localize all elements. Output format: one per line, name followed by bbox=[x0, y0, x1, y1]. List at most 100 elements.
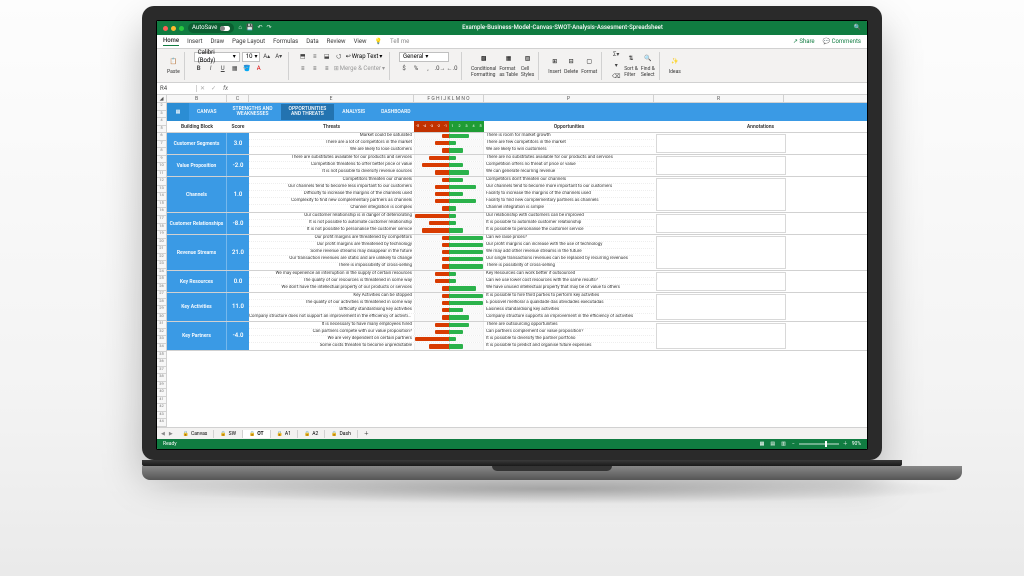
opportunity-cell[interactable]: It is possible to personalise the custom… bbox=[484, 227, 654, 234]
font-size-combo[interactable]: 10▾ bbox=[242, 52, 260, 62]
opportunity-cell[interactable]: It is possible to hire third parties to … bbox=[484, 293, 654, 299]
threat-cell[interactable]: It is not possible to diversify revenue … bbox=[249, 169, 414, 176]
sheet-tab[interactable]: 🔒SW bbox=[214, 430, 243, 438]
add-sheet-button[interactable]: ＋ bbox=[358, 431, 375, 437]
annotation-box[interactable] bbox=[656, 272, 786, 291]
threat-cell[interactable]: We are likely to lose customers bbox=[249, 147, 414, 154]
bold-icon[interactable]: B bbox=[194, 64, 204, 74]
nav-strengths[interactable]: STRENGTHS AND WEAKNESSES bbox=[225, 104, 281, 120]
zoom-slider[interactable]: − ＋ 90% bbox=[792, 441, 861, 447]
sheet-tab[interactable]: 🔒Canvas bbox=[177, 430, 215, 438]
cancel-formula-icon[interactable]: ✕ bbox=[197, 85, 208, 92]
tell-me[interactable]: Tell me bbox=[390, 38, 409, 45]
view-normal-icon[interactable]: ▦ bbox=[760, 441, 765, 447]
nav-analysis[interactable]: ANALYSIS bbox=[334, 107, 373, 118]
threat-cell[interactable]: Market could be saturated bbox=[249, 133, 414, 139]
opportunity-cell[interactable]: Our channels tend to become more importa… bbox=[484, 184, 654, 190]
swot-line[interactable]: We may experience an interruption in the… bbox=[249, 271, 654, 278]
swot-line[interactable]: It is not possible to personalise the cu… bbox=[249, 227, 654, 234]
threat-cell[interactable]: Competition threatens to offer better pr… bbox=[249, 162, 414, 168]
wrap-text-button[interactable]: ↩ Wrap Text ▾ bbox=[346, 52, 383, 62]
font-color-icon[interactable]: A bbox=[254, 64, 264, 74]
search-icon[interactable]: 🔍 bbox=[854, 24, 861, 31]
close-icon[interactable] bbox=[163, 26, 168, 31]
nav-dashboard[interactable]: DASHBOARD bbox=[373, 107, 418, 118]
swot-line[interactable]: It is necessary to have many employees h… bbox=[249, 322, 654, 329]
threat-cell[interactable]: There is impossibility of cross-selling bbox=[249, 263, 414, 270]
opportunity-cell[interactable]: É possível melhorar a qualidade das ativ… bbox=[484, 300, 654, 306]
opportunity-cell[interactable]: There are no substitutes available for o… bbox=[484, 155, 654, 161]
opportunity-cell[interactable]: It is possible to predict and organise f… bbox=[484, 343, 654, 350]
undo-icon[interactable]: ↶ bbox=[257, 24, 262, 31]
swot-line[interactable]: Our transaction revenues are static and … bbox=[249, 256, 654, 263]
zoom-out-icon[interactable]: − bbox=[792, 441, 795, 447]
window-controls[interactable] bbox=[163, 26, 184, 31]
italic-icon[interactable]: I bbox=[206, 64, 216, 74]
threat-cell[interactable]: It is not possible to automate customer … bbox=[249, 220, 414, 226]
opportunity-cell[interactable]: Our relationship with customers can be i… bbox=[484, 213, 654, 219]
name-box[interactable]: R4 bbox=[157, 85, 197, 92]
annotation-box[interactable] bbox=[656, 134, 786, 153]
number-format-combo[interactable]: General▾ bbox=[399, 52, 449, 62]
opportunity-cell[interactable]: Can we raise prices? bbox=[484, 235, 654, 241]
tab-insert[interactable]: Insert bbox=[187, 38, 202, 45]
swot-line[interactable]: Competitors threaten our channelsCompeti… bbox=[249, 177, 654, 184]
opportunity-cell[interactable]: Easiness standardising key activities bbox=[484, 307, 654, 313]
save-icon[interactable]: 💾 bbox=[246, 24, 253, 31]
swot-line[interactable]: Our profit margins are threatened by com… bbox=[249, 235, 654, 242]
view-page-break-icon[interactable]: ▥ bbox=[781, 441, 786, 447]
opportunity-cell[interactable]: Company structure supports an improvemen… bbox=[484, 314, 654, 321]
annotation-box[interactable] bbox=[656, 294, 786, 320]
fill-icon[interactable]: ▾ bbox=[611, 61, 621, 71]
share-button[interactable]: ↗ Share bbox=[793, 38, 815, 45]
comments-button[interactable]: 💬 Comments bbox=[823, 38, 861, 45]
sheet-nav[interactable]: ◀▶ bbox=[161, 431, 177, 437]
opportunity-cell[interactable]: Our single transactions revenues can be … bbox=[484, 256, 654, 262]
swot-line[interactable]: Difficulty standardising key activitiesE… bbox=[249, 307, 654, 314]
clear-icon[interactable]: ⌫ bbox=[611, 72, 621, 82]
align-middle-icon[interactable]: ≡ bbox=[310, 52, 320, 62]
threat-cell[interactable]: Can partners compete with our value prop… bbox=[249, 329, 414, 335]
paste-button[interactable]: 📋 Paste bbox=[167, 56, 180, 75]
comma-icon[interactable]: , bbox=[423, 64, 433, 74]
swot-line[interactable]: It is not possible to automate customer … bbox=[249, 220, 654, 227]
opportunity-cell[interactable]: We have unused intellectual property tha… bbox=[484, 285, 654, 292]
sort-filter-button[interactable]: ⇅Sort & Filter bbox=[624, 53, 638, 78]
threat-cell[interactable]: Our profit margins are threatened by tec… bbox=[249, 242, 414, 248]
sheet-tab[interactable]: 🔒A1 bbox=[271, 430, 298, 438]
threat-cell[interactable]: Competitors threaten our channels bbox=[249, 177, 414, 183]
minimise-icon[interactable] bbox=[171, 26, 176, 31]
grid[interactable]: ▦ CANVAS STRENGTHS AND WEAKNESSES OPPORT… bbox=[167, 103, 867, 427]
opportunity-cell[interactable]: Facility to find new complementary partn… bbox=[484, 198, 654, 204]
annotation-box[interactable] bbox=[656, 156, 786, 175]
swot-line[interactable]: The quality of our resources is threaten… bbox=[249, 278, 654, 285]
align-top-icon[interactable]: ⬒ bbox=[298, 52, 308, 62]
redo-icon[interactable]: ↷ bbox=[267, 24, 272, 31]
align-center-icon[interactable]: ≡ bbox=[310, 64, 320, 74]
swot-line[interactable]: There are substitutes available for our … bbox=[249, 155, 654, 162]
swot-line[interactable]: Key Activities can be stoppedIt is possi… bbox=[249, 293, 654, 300]
threat-cell[interactable]: Channel integration is complex bbox=[249, 205, 414, 212]
swot-line[interactable]: Some revenue streams may disappear in th… bbox=[249, 249, 654, 256]
swot-line[interactable]: Complexity to find new complementary par… bbox=[249, 198, 654, 205]
swot-line[interactable]: It is not possible to diversify revenue … bbox=[249, 169, 654, 176]
align-bottom-icon[interactable]: ⬓ bbox=[322, 52, 332, 62]
decrease-font-icon[interactable]: A▾ bbox=[274, 52, 284, 62]
swot-line[interactable]: Competition threatens to offer better pr… bbox=[249, 162, 654, 169]
autosave-toggle[interactable]: AutoSave bbox=[188, 23, 234, 32]
find-select-button[interactable]: 🔍Find & Select bbox=[641, 53, 655, 78]
threat-cell[interactable]: Some costs threaten to become unpredicta… bbox=[249, 343, 414, 350]
opportunity-cell[interactable]: Can partners complement our value propos… bbox=[484, 329, 654, 335]
cell-styles-button[interactable]: ▨Cell Styles bbox=[521, 53, 534, 78]
opportunity-cell[interactable]: Can we use lower cost resources with the… bbox=[484, 278, 654, 284]
opportunity-cell[interactable]: Our profit margins can increase with the… bbox=[484, 242, 654, 248]
percent-icon[interactable]: % bbox=[411, 64, 421, 74]
threat-cell[interactable]: Our transaction revenues are static and … bbox=[249, 256, 414, 262]
nav-opportunities[interactable]: OPPORTUNITIES AND THREATS bbox=[281, 104, 335, 120]
opportunity-cell[interactable]: It is possible to diversify the partner … bbox=[484, 336, 654, 342]
tab-view[interactable]: View bbox=[354, 38, 367, 45]
underline-icon[interactable]: U bbox=[218, 64, 228, 74]
opportunity-cell[interactable]: There are outsourcing opportunities bbox=[484, 322, 654, 328]
threat-cell[interactable]: Difficulty to increase the margins of th… bbox=[249, 191, 414, 197]
swot-line[interactable]: Company structure does not support an im… bbox=[249, 314, 654, 321]
